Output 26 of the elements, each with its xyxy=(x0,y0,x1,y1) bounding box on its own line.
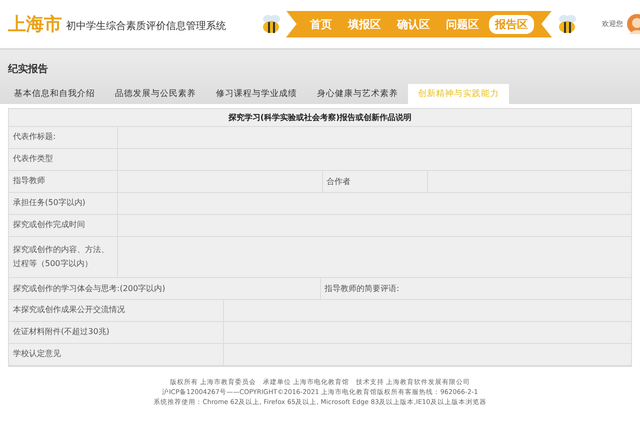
nav-tab[interactable]: 问题区 xyxy=(440,14,485,34)
field-label: 合作者 xyxy=(322,171,428,192)
field-label: 指导教师 xyxy=(9,171,118,192)
field-label: 探究或创作完成时间 xyxy=(9,215,118,236)
category-tab[interactable]: 创新精神与实践能力 xyxy=(408,84,509,104)
nav-tab[interactable]: 确认区 xyxy=(391,14,436,34)
field-label: 学校认定意见 xyxy=(9,344,224,365)
category-tab[interactable]: 品德发展与公民素养 xyxy=(105,84,206,104)
table-title: 探究学习(科学实验或社会考察)报告或创新作品说明 xyxy=(9,109,631,127)
field-label: 代表作标题: xyxy=(9,127,118,148)
field-label: 佐证材料附件(不超过30兆) xyxy=(9,322,224,343)
nav-tab[interactable]: 首页 xyxy=(304,14,338,34)
field-label: 探究或创作的内容、方法、过程等（500字以内） xyxy=(9,237,118,277)
nav-tab[interactable]: 报告区 xyxy=(489,14,534,34)
nav-tab[interactable]: 填报区 xyxy=(342,14,387,34)
system-title: 初中学生综合素质评价信息管理系统 xyxy=(66,20,226,33)
category-tab[interactable]: 修习课程与学业成绩 xyxy=(206,84,307,104)
city-logo: 上海市 xyxy=(8,13,62,36)
category-tab[interactable]: 身心健康与艺术素养 xyxy=(307,84,408,104)
field-label: 探究或创作的学习体会与思考:(200字以内) xyxy=(12,283,166,295)
category-tab[interactable]: 基本信息和自我介绍 xyxy=(4,84,105,104)
field-label: 指导教师的简要评语: xyxy=(320,278,631,299)
field-label: 本探究或创作成果公开交流情况 xyxy=(9,300,224,321)
field-label: 代表作类型 xyxy=(9,149,118,170)
field-label: 承担任务(50字以内) xyxy=(9,193,118,214)
section-title: 纪实报告 xyxy=(6,62,49,77)
